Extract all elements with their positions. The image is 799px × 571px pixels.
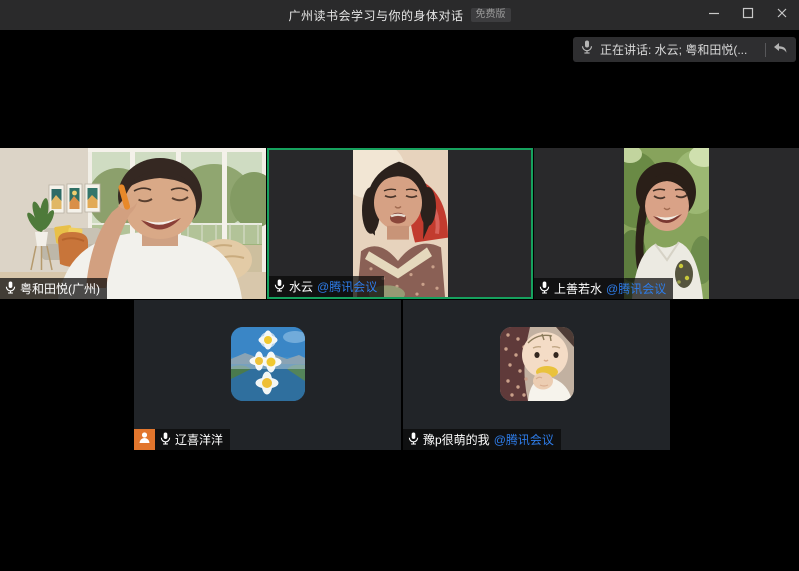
participant-name: 豫p很萌的我: [423, 431, 490, 448]
person-icon: [138, 431, 151, 449]
speaking-now-text: 正在讲话: 水云; 粤和田悦(...: [600, 41, 758, 58]
window-title: 广州读书会学习与你的身体对话: [288, 7, 463, 24]
participant-suffix: @腾讯会议: [606, 280, 666, 297]
mic-on-icon: [539, 281, 550, 297]
mic-on-icon: [274, 279, 285, 295]
minimize-button[interactable]: [697, 0, 731, 30]
mic-on-icon: [5, 281, 16, 297]
phone-user-badge: [134, 429, 155, 450]
participant-name-label: 豫p很萌的我@腾讯会议: [403, 429, 561, 450]
participant-name: 水云: [289, 278, 313, 295]
meeting-window: 广州读书会学习与你的身体对话 免费版: [0, 0, 799, 571]
mic-on-icon: [408, 432, 419, 448]
minimize-icon: [708, 6, 720, 24]
participant-name-label: 水云@腾讯会议: [269, 276, 384, 297]
participant-name-label: 辽喜洋洋: [155, 429, 230, 450]
participant-name: 粤和田悦(广州): [20, 280, 100, 297]
maximize-button[interactable]: [731, 0, 765, 30]
microphone-icon: [581, 40, 593, 59]
speaking-banner: 正在讲话: 水云; 粤和田悦(...: [573, 37, 796, 62]
mic-on-icon: [160, 432, 171, 448]
video-tile-shuiyun-speaking[interactable]: 水云@腾讯会议: [267, 148, 533, 299]
video-tile-yuehetianyue[interactable]: 粤和田悦(广州): [0, 148, 266, 299]
video-tile-yuphenmengdewo[interactable]: 豫p很萌的我@腾讯会议: [403, 300, 670, 450]
video-feed-living-room-woman: [0, 148, 266, 299]
maximize-icon: [742, 6, 754, 24]
avatar-baby: [500, 327, 574, 401]
participant-suffix: @腾讯会议: [317, 278, 377, 295]
participant-name-label: 粤和田悦(广州): [0, 278, 107, 299]
avatar-daisies: [231, 327, 305, 401]
participant-suffix: @腾讯会议: [494, 431, 554, 448]
participant-name: 上善若水: [554, 280, 602, 297]
titlebar: 广州读书会学习与你的身体对话 免费版: [0, 0, 799, 30]
collapse-banner-button[interactable]: [773, 41, 788, 59]
participant-name-label: 上善若水@腾讯会议: [534, 278, 673, 299]
video-tile-liaoxiyangyang[interactable]: 辽喜洋洋: [134, 300, 401, 450]
video-feed-woman-outdoors: [624, 148, 709, 299]
close-button[interactable]: [765, 0, 799, 30]
free-version-badge: 免费版: [471, 8, 511, 22]
window-controls: [697, 0, 799, 30]
participant-name: 辽喜洋洋: [175, 431, 223, 448]
close-icon: [776, 6, 788, 24]
video-feed-woman-portrait: [353, 150, 448, 297]
video-tile-shangshanruoshui[interactable]: 上善若水@腾讯会议: [534, 148, 799, 299]
banner-divider: [765, 43, 766, 57]
